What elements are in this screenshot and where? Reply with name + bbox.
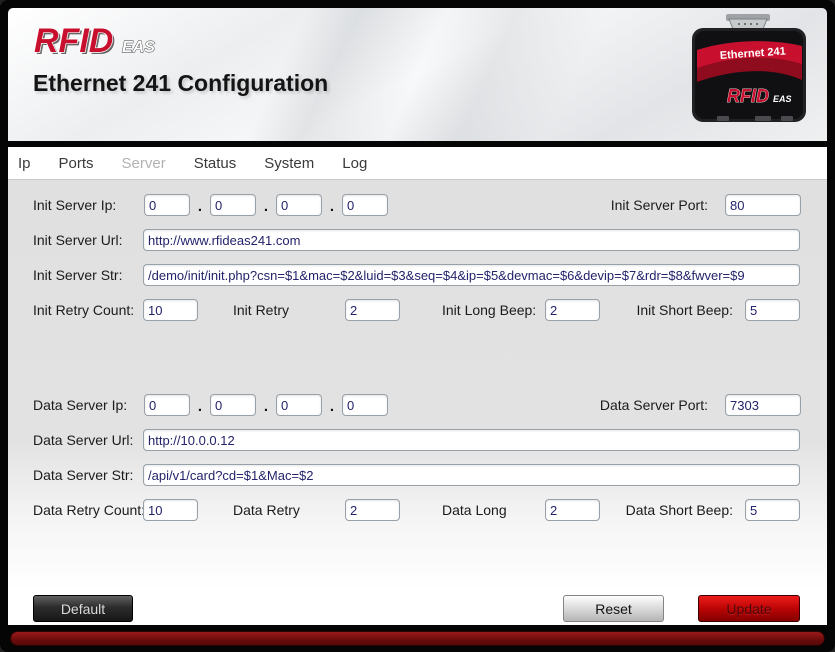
init-short-beep-input[interactable]: [745, 299, 800, 321]
init-long-beep-label: Init Long Beep:: [442, 299, 536, 321]
data-server-port-input[interactable]: [725, 394, 801, 416]
data-server-url-input[interactable]: [143, 429, 800, 451]
data-server-ip-octet-3[interactable]: [276, 394, 322, 416]
init-server-port-label: Init Server Port:: [508, 194, 708, 216]
init-server-str-input[interactable]: [143, 264, 800, 286]
octet-separator: .: [324, 394, 340, 420]
server-config-form: Init Server Ip: . . . Init Server Port: …: [8, 180, 827, 625]
init-server-str-label: Init Server Str:: [33, 264, 122, 286]
data-server-ip-label: Data Server Ip:: [33, 394, 127, 416]
init-retry-count-label: Init Retry Count:: [33, 299, 134, 321]
device-logo-sub: EAS: [773, 94, 792, 104]
init-retry-label: Init Retry: [233, 299, 289, 321]
data-retry-label: Data Retry: [233, 499, 300, 521]
init-server-url-label: Init Server Url:: [33, 229, 122, 251]
data-short-beep-label: Data Short Beep:: [538, 499, 733, 521]
rfideas-logo: RFID RFID EAS: [32, 18, 192, 69]
init-server-port-input[interactable]: [725, 194, 801, 216]
data-long-label: Data Long: [442, 499, 507, 521]
data-server-str-input[interactable]: [143, 464, 800, 486]
default-button[interactable]: Default: [33, 595, 133, 622]
data-server-ip-octet-2[interactable]: [210, 394, 256, 416]
init-server-ip-octet-1[interactable]: [144, 194, 190, 216]
tab-status[interactable]: Status: [194, 155, 237, 172]
init-retry-row: Init Retry Count: Init Retry Init Long B…: [8, 299, 827, 321]
data-server-str-label: Data Server Str:: [33, 464, 133, 486]
reset-button[interactable]: Reset: [563, 595, 664, 622]
init-server-ip-octet-2[interactable]: [210, 194, 256, 216]
device-image: Ethernet 241 RFID EAS: [689, 12, 811, 135]
data-server-port-label: Data Server Port:: [508, 394, 708, 416]
data-server-url-label: Data Server Url:: [33, 429, 133, 451]
init-url-row: Init Server Url:: [8, 229, 827, 251]
octet-separator: .: [192, 394, 208, 420]
tab-server[interactable]: Server: [122, 155, 166, 172]
data-url-row: Data Server Url:: [8, 429, 827, 451]
update-button[interactable]: Update: [698, 595, 800, 622]
tab-system[interactable]: System: [264, 155, 314, 172]
init-short-beep-label: Init Short Beep:: [538, 299, 733, 321]
logo-main-text: RFID: [34, 22, 113, 60]
init-ip-row: Init Server Ip: . . . Init Server Port:: [8, 194, 827, 216]
tab-bar: Ip Ports Server Status System Log: [8, 147, 827, 180]
octet-separator: .: [258, 194, 274, 220]
octet-separator: .: [192, 194, 208, 220]
init-server-ip-label: Init Server Ip:: [33, 194, 116, 216]
button-row: Default Reset Update: [8, 595, 827, 622]
init-retry-input[interactable]: [345, 299, 400, 321]
tab-ports[interactable]: Ports: [59, 155, 94, 172]
page-title: Ethernet 241 Configuration: [33, 70, 328, 97]
init-server-url-input[interactable]: [143, 229, 800, 251]
tab-ip[interactable]: Ip: [18, 155, 31, 172]
data-short-beep-input[interactable]: [745, 499, 800, 521]
data-ip-row: Data Server Ip: . . . Data Server Port:: [8, 394, 827, 416]
header: RFID RFID EAS Ethernet 241 Configuration: [8, 8, 827, 141]
data-str-row: Data Server Str:: [8, 464, 827, 486]
init-server-ip-octet-3[interactable]: [276, 194, 322, 216]
octet-separator: .: [324, 194, 340, 220]
data-server-ip-octet-1[interactable]: [144, 394, 190, 416]
octet-separator: .: [258, 394, 274, 420]
data-server-ip-octet-4[interactable]: [342, 394, 388, 416]
data-retry-count-label: Data Retry Count:: [33, 499, 145, 521]
data-retry-count-input[interactable]: [143, 499, 198, 521]
init-server-ip-octet-4[interactable]: [342, 194, 388, 216]
device-logo-main: RFID: [727, 86, 769, 106]
logo-sub-text: EAS: [122, 39, 155, 56]
data-retry-row: Data Retry Count: Data Retry Data Long D…: [8, 499, 827, 521]
init-str-row: Init Server Str:: [8, 264, 827, 286]
tab-log[interactable]: Log: [342, 155, 367, 172]
data-retry-input[interactable]: [345, 499, 400, 521]
footer: [8, 625, 827, 652]
app-window: RFID RFID EAS Ethernet 241 Configuration: [0, 0, 835, 652]
footer-bar: [10, 631, 825, 646]
init-retry-count-input[interactable]: [143, 299, 198, 321]
